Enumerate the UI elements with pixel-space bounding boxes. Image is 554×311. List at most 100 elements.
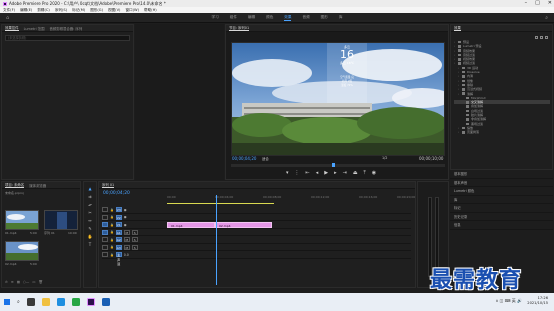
track-target-label[interactable]: V2 <box>115 214 122 220</box>
home-icon[interactable]: ⌂ <box>6 15 9 21</box>
source-patch-toggle[interactable] <box>102 244 108 250</box>
right-panel-tab[interactable]: 基本声音 <box>450 179 553 187</box>
task-view-icon[interactable] <box>26 298 35 306</box>
menu-help[interactable]: 帮助(H) <box>144 8 157 13</box>
track-target-label[interactable]: A3 <box>115 244 122 250</box>
right-panel-tab[interactable]: 标记 <box>450 204 553 213</box>
workspace-tab-editing[interactable]: 编辑 <box>248 15 255 20</box>
work-area-bar[interactable] <box>167 203 274 204</box>
tab-media-browser[interactable]: 媒体浏览器 <box>29 183 46 188</box>
hand-icon[interactable]: ✋ <box>88 234 93 239</box>
close-icon[interactable]: ✕ <box>548 0 552 7</box>
new-item-icon[interactable]: ▭ <box>32 280 35 284</box>
lock-track-icon[interactable]: 🔒 <box>110 215 114 219</box>
tab-effects[interactable]: 效果 <box>454 25 461 31</box>
lift-icon[interactable]: ⏏ <box>353 170 358 176</box>
right-panel-tab[interactable]: Lumetri 颜色 <box>450 187 553 196</box>
icon-view-icon[interactable]: ▦ <box>17 280 20 284</box>
source-patch-toggle[interactable] <box>102 229 108 235</box>
right-panel-tab[interactable]: 历史记录 <box>450 213 553 221</box>
word-taskbar-icon[interactable] <box>101 298 110 306</box>
master-volume-value[interactable]: 0.0 <box>124 253 129 257</box>
eye-icon[interactable]: ◉ <box>124 223 127 227</box>
solo-track-icon[interactable]: S <box>131 229 138 235</box>
taskbar-search-icon[interactable]: ⌕ <box>17 299 20 305</box>
lock-track-icon[interactable]: 🔒 <box>110 253 114 257</box>
razor-icon[interactable]: ✂ <box>88 210 91 215</box>
track-select-icon[interactable]: ⇉ <box>88 194 91 199</box>
program-current-timecode[interactable]: 00;00;04;20 <box>232 156 256 161</box>
tab-program-monitor[interactable]: 节目: 序列01 <box>229 25 250 31</box>
clock-date[interactable]: 2021/10/15 <box>527 301 548 306</box>
lock-track-icon[interactable]: 🔒 <box>110 208 114 212</box>
timeline-playhead[interactable] <box>216 195 217 285</box>
zoom-slider-icon[interactable]: ○— <box>23 280 29 284</box>
chevron-right-icon[interactable]: › <box>458 130 460 134</box>
workspace-tab-color[interactable]: 颜色 <box>266 15 273 20</box>
yuv-effects-icon[interactable] <box>545 36 548 39</box>
timeline-ruler[interactable]: 00;00 00;00;04;00 00;00;08;00 00;00;12;00 00… <box>167 195 415 202</box>
menu-window[interactable]: 窗口(W) <box>125 8 139 13</box>
timeline-clip[interactable]: 02.mp4 <box>215 221 272 228</box>
right-panel-tab[interactable]: 基本图形 <box>450 170 553 179</box>
track-target-label[interactable]: 主声道 <box>115 252 122 266</box>
tab-effect-controls[interactable]: 效果控件 <box>5 25 19 31</box>
effects-tree-item[interactable]: › 页面剥落 <box>454 130 550 134</box>
resolution-dropdown[interactable]: 1/2 <box>382 156 387 160</box>
menu-clip[interactable]: 剪辑(C) <box>37 8 50 13</box>
source-patch-toggle[interactable] <box>102 222 108 227</box>
pen-icon[interactable]: ✎ <box>88 226 91 231</box>
source-patch-toggle[interactable] <box>102 252 108 257</box>
workspace-tab-effects[interactable]: 效果 <box>284 15 292 21</box>
slip-icon[interactable]: ↔ <box>88 218 91 223</box>
right-panel-tab[interactable]: 库 <box>450 196 553 204</box>
eye-icon[interactable]: ◉ <box>124 208 127 212</box>
go-to-in-icon[interactable]: ⇤ <box>306 170 310 176</box>
video-preview[interactable]: 多云 16 多云 18℃ 空气质量 良 北风 2级 湿度 72% <box>231 42 445 156</box>
lock-track-icon[interactable]: 🔒 <box>110 230 114 234</box>
menu-graphics[interactable]: 图形(G) <box>90 8 103 13</box>
lock-track-icon[interactable]: 🔒 <box>110 245 114 249</box>
mute-track-icon[interactable]: M <box>123 229 130 235</box>
workspace-tab-learn[interactable]: 学习 <box>212 15 219 20</box>
mark-out-icon[interactable]: ⋮ <box>295 170 300 176</box>
track-target-label[interactable]: V1 <box>115 222 122 227</box>
minimize-icon[interactable]: – <box>525 0 528 7</box>
step-back-icon[interactable]: ◂ <box>316 170 319 176</box>
windows-start-icon[interactable] <box>4 299 10 305</box>
tab-lumetri-scopes[interactable]: Lumetri 范围 <box>24 26 45 31</box>
track-target-label[interactable]: A2 <box>115 237 122 242</box>
extract-icon[interactable]: ⤒ <box>364 170 366 176</box>
workspace-tab-libraries[interactable]: 库 <box>339 15 343 20</box>
mute-track-icon[interactable]: M <box>123 237 130 242</box>
mute-track-icon[interactable]: M <box>123 244 130 250</box>
source-patch-toggle[interactable] <box>102 237 108 242</box>
solo-track-icon[interactable]: S <box>131 244 138 250</box>
tab-audio-clip-mixer[interactable]: 音频剪辑混合器: 序列 <box>49 26 82 31</box>
tab-project[interactable]: 项目: 未命名 <box>5 182 25 188</box>
lock-track-icon[interactable]: 🔒 <box>110 223 114 227</box>
lock-track-icon[interactable]: 🔒 <box>110 238 114 242</box>
right-panel-tab[interactable]: 信息 <box>450 221 553 230</box>
32bit-effects-icon[interactable] <box>540 36 543 39</box>
solo-track-icon[interactable]: S <box>131 237 138 242</box>
menu-view[interactable]: 视图(V) <box>108 8 120 13</box>
mark-in-icon[interactable]: ▾ <box>286 170 289 176</box>
workspace-tab-assembly[interactable]: 组件 <box>230 15 237 20</box>
chevron-right-icon[interactable]: › <box>454 61 456 65</box>
chrome-browser-icon[interactable] <box>71 298 80 306</box>
project-item-seq-thumb[interactable] <box>44 210 78 230</box>
type-icon[interactable]: T <box>89 242 91 247</box>
maximize-icon[interactable]: □ <box>535 0 540 7</box>
source-patch-toggle[interactable] <box>102 207 108 212</box>
export-frame-icon[interactable]: ◉ <box>372 170 376 176</box>
lock-icon[interactable]: ⊘ <box>5 280 8 284</box>
menu-file[interactable]: 文件(F) <box>3 8 15 13</box>
list-view-icon[interactable]: ≡ <box>11 280 14 284</box>
track-target-label[interactable]: V3 <box>115 207 122 212</box>
premiere-taskbar-icon[interactable] <box>86 298 95 306</box>
edge-browser-icon[interactable] <box>56 298 65 306</box>
eye-icon[interactable]: ◉ <box>124 215 127 219</box>
menu-marker[interactable]: 标记(M) <box>72 8 85 13</box>
project-item-02-thumb[interactable] <box>5 241 39 261</box>
